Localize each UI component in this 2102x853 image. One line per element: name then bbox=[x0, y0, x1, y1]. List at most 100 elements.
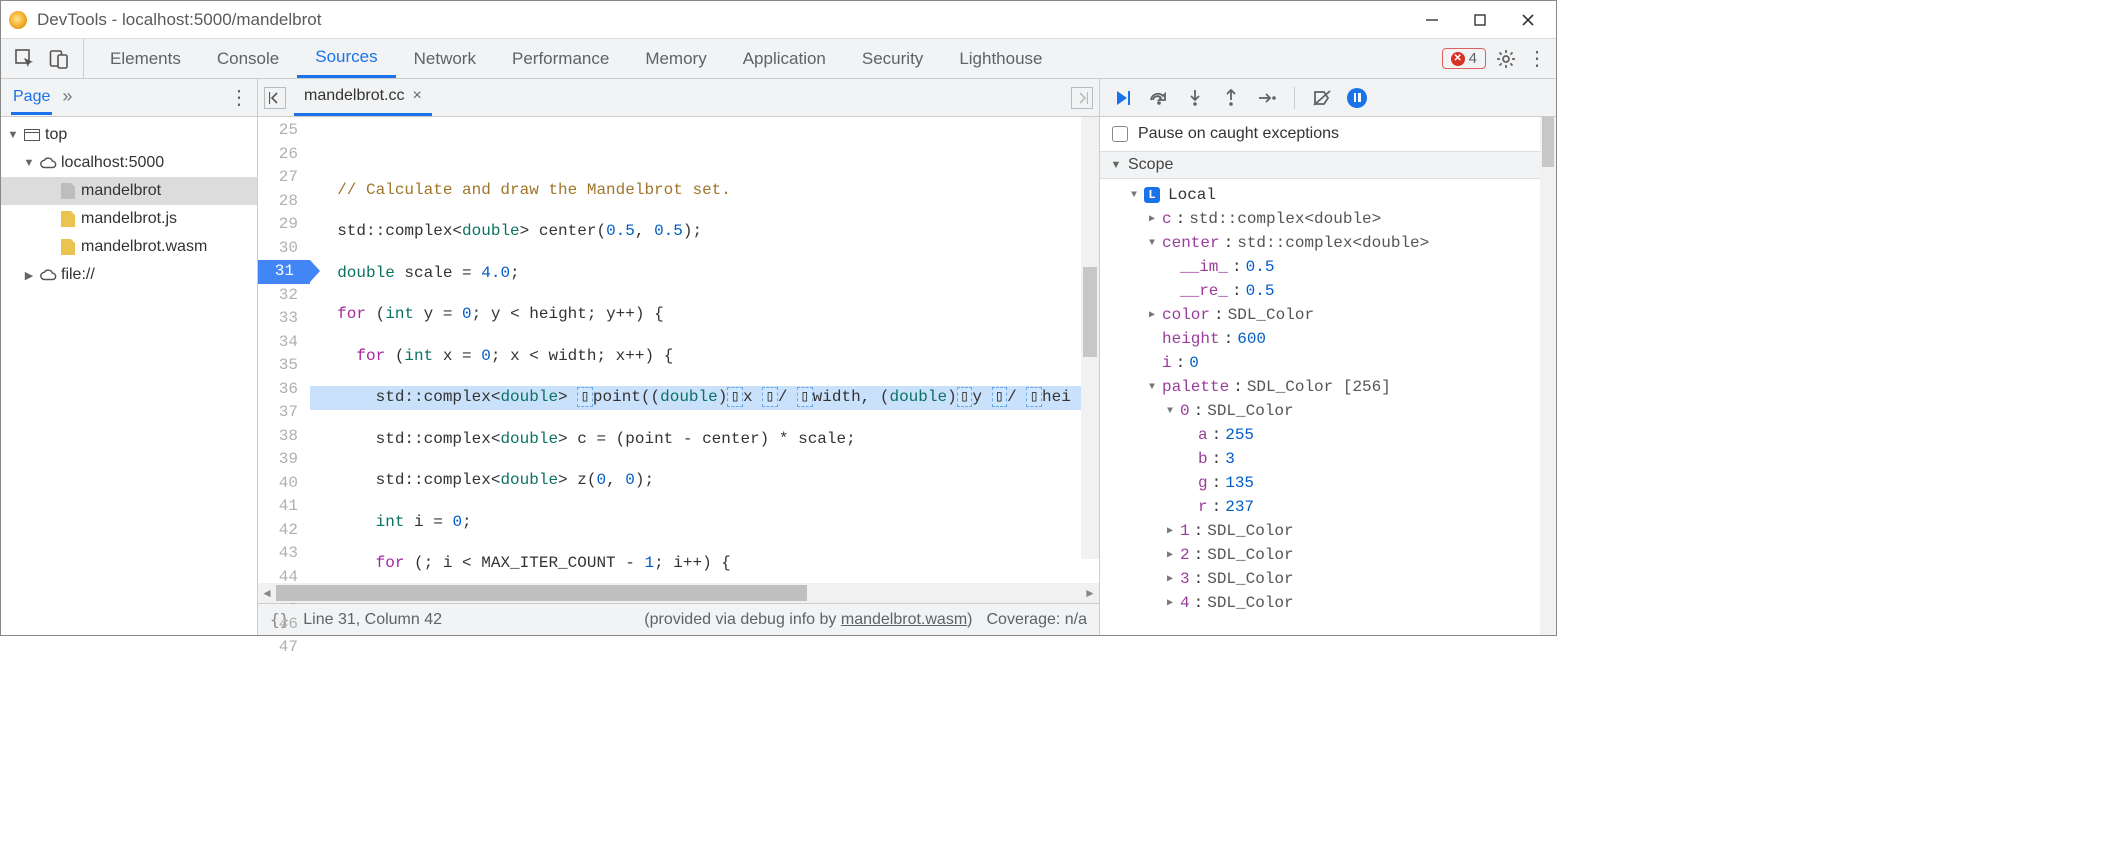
tree-file-label: file:// bbox=[61, 266, 95, 284]
scope-var-palette-1[interactable]: 1: SDL_Color bbox=[1100, 519, 1556, 543]
navigator-panel: Page » ⋮ top localhost:5000 man bbox=[1, 79, 258, 635]
tree-top[interactable]: top bbox=[1, 121, 257, 149]
main-area: Page » ⋮ top localhost:5000 man bbox=[1, 79, 1556, 635]
scope-var-palette-2[interactable]: 2: SDL_Color bbox=[1100, 543, 1556, 567]
window-minimize-button[interactable] bbox=[1408, 2, 1456, 38]
code-editor[interactable]: 252627282930 31 323334353637383940414243… bbox=[258, 117, 1099, 583]
tree-file-scheme[interactable]: file:// bbox=[1, 261, 257, 289]
tree-file-label: mandelbrot.wasm bbox=[81, 238, 207, 256]
scope-var-height[interactable]: height: 600 bbox=[1100, 327, 1556, 351]
error-counter[interactable]: ✕ 4 bbox=[1442, 48, 1486, 69]
navigator-header: Page » ⋮ bbox=[1, 79, 257, 117]
file-icon bbox=[59, 182, 77, 200]
checkbox-icon[interactable] bbox=[1112, 126, 1128, 142]
tab-elements[interactable]: Elements bbox=[92, 39, 199, 78]
open-file-name: mandelbrot.cc bbox=[304, 87, 405, 105]
tree-file-label: mandelbrot bbox=[81, 182, 161, 200]
window-close-button[interactable] bbox=[1504, 2, 1552, 38]
panel-tabs: Elements Console Sources Network Perform… bbox=[84, 39, 1432, 78]
pause-caught-label: Pause on caught exceptions bbox=[1138, 125, 1339, 143]
cursor-position: Line 31, Column 42 bbox=[303, 611, 442, 629]
vertical-scrollbar[interactable] bbox=[1081, 117, 1099, 559]
deactivate-breakpoints-button[interactable] bbox=[1311, 87, 1333, 109]
scope-var-center-re[interactable]: __re_: 0.5 bbox=[1100, 279, 1556, 303]
tab-lighthouse[interactable]: Lighthouse bbox=[941, 39, 1060, 78]
tab-network[interactable]: Network bbox=[396, 39, 494, 78]
tab-memory[interactable]: Memory bbox=[627, 39, 724, 78]
step-button[interactable] bbox=[1256, 87, 1278, 109]
cloud-icon bbox=[39, 154, 57, 172]
device-toolbar-icon[interactable] bbox=[49, 49, 69, 69]
step-into-button[interactable] bbox=[1184, 87, 1206, 109]
tree-file-mandelbrot[interactable]: mandelbrot bbox=[1, 177, 257, 205]
debugger-toolbar bbox=[1100, 79, 1556, 117]
scope-var-p0-b[interactable]: b: 3 bbox=[1100, 447, 1556, 471]
tree-top-label: top bbox=[45, 126, 67, 144]
file-icon bbox=[59, 210, 77, 228]
coverage-status: Coverage: n/a bbox=[986, 611, 1087, 629]
scope-var-center-im[interactable]: __im_: 0.5 bbox=[1100, 255, 1556, 279]
file-tree: top localhost:5000 mandelbrot mandelbrot… bbox=[1, 117, 257, 635]
tree-file-mandelbrot-wasm[interactable]: mandelbrot.wasm bbox=[1, 233, 257, 261]
status-bar: {} Line 31, Column 42 (provided via debu… bbox=[258, 603, 1099, 635]
settings-gear-icon[interactable] bbox=[1496, 49, 1516, 69]
navigator-menu-icon[interactable]: ⋮ bbox=[229, 85, 247, 110]
window-icon bbox=[23, 126, 41, 144]
close-file-icon[interactable]: × bbox=[413, 87, 422, 105]
debugger-panel: Pause on caught exceptions Scope LLocal … bbox=[1099, 79, 1556, 635]
window-title: DevTools - localhost:5000/mandelbrot bbox=[37, 10, 321, 30]
scope-var-palette[interactable]: palette: SDL_Color [256] bbox=[1100, 375, 1556, 399]
step-over-button[interactable] bbox=[1148, 87, 1170, 109]
tab-application[interactable]: Application bbox=[725, 39, 844, 78]
more-menu-icon[interactable]: ⋮ bbox=[1526, 49, 1546, 69]
scope-var-c[interactable]: c: std::complex<double> bbox=[1100, 207, 1556, 231]
titlebar: DevTools - localhost:5000/mandelbrot bbox=[1, 1, 1556, 39]
debug-info-file-link[interactable]: mandelbrot.wasm bbox=[841, 611, 967, 628]
scope-var-palette-4[interactable]: 4: SDL_Color bbox=[1100, 591, 1556, 615]
source-header: mandelbrot.cc × bbox=[258, 79, 1099, 117]
error-count: 4 bbox=[1469, 50, 1477, 67]
pause-caught-row[interactable]: Pause on caught exceptions bbox=[1100, 117, 1556, 151]
resume-button[interactable] bbox=[1112, 87, 1134, 109]
scope-var-p0-a[interactable]: a: 255 bbox=[1100, 423, 1556, 447]
scope-var-p0-g[interactable]: g: 135 bbox=[1100, 471, 1556, 495]
scope-var-center[interactable]: center: std::complex<double> bbox=[1100, 231, 1556, 255]
horizontal-scrollbar[interactable]: ◄► bbox=[258, 583, 1099, 603]
scope-var-i[interactable]: i: 0 bbox=[1100, 351, 1556, 375]
nav-forward-button[interactable] bbox=[1071, 87, 1093, 109]
code-body[interactable]: // Calculate and draw the Mandelbrot set… bbox=[310, 117, 1099, 583]
inspect-element-icon[interactable] bbox=[15, 49, 35, 69]
pause-on-exceptions-button[interactable] bbox=[1347, 88, 1367, 108]
scope-var-p0-r[interactable]: r: 237 bbox=[1100, 495, 1556, 519]
breakpoint-marker[interactable]: 31 bbox=[258, 260, 310, 284]
nav-back-button[interactable] bbox=[264, 87, 286, 109]
scope-section-header[interactable]: Scope bbox=[1100, 151, 1556, 179]
scope-local[interactable]: LLocal bbox=[1100, 183, 1556, 207]
main-toolbar: Elements Console Sources Network Perform… bbox=[1, 39, 1556, 79]
tab-console[interactable]: Console bbox=[199, 39, 297, 78]
navigator-more-tabs-icon[interactable]: » bbox=[52, 86, 82, 107]
source-panel: mandelbrot.cc × 252627282930 31 32333435… bbox=[258, 79, 1099, 635]
tree-host-label: localhost:5000 bbox=[61, 154, 164, 172]
scope-var-palette-3[interactable]: 3: SDL_Color bbox=[1100, 567, 1556, 591]
scope-label: Scope bbox=[1128, 156, 1173, 174]
error-icon: ✕ bbox=[1451, 52, 1465, 66]
debugger-scrollbar[interactable] bbox=[1540, 117, 1556, 635]
tab-security[interactable]: Security bbox=[844, 39, 941, 78]
navigator-tab-page[interactable]: Page bbox=[11, 88, 52, 115]
debugger-body: Pause on caught exceptions Scope LLocal … bbox=[1100, 117, 1556, 635]
scope-var-palette-0[interactable]: 0: SDL_Color bbox=[1100, 399, 1556, 423]
open-file-tab[interactable]: mandelbrot.cc × bbox=[294, 79, 432, 116]
line-gutter[interactable]: 252627282930 31 323334353637383940414243… bbox=[258, 117, 310, 583]
scope-var-color[interactable]: color: SDL_Color bbox=[1100, 303, 1556, 327]
tree-host[interactable]: localhost:5000 bbox=[1, 149, 257, 177]
devtools-window: DevTools - localhost:5000/mandelbrot Ele… bbox=[0, 0, 1557, 636]
tree-file-mandelbrot-js[interactable]: mandelbrot.js bbox=[1, 205, 257, 233]
scope-tree: LLocal c: std::complex<double> center: s… bbox=[1100, 179, 1556, 619]
file-icon bbox=[59, 238, 77, 256]
tab-sources[interactable]: Sources bbox=[297, 39, 395, 78]
tab-performance[interactable]: Performance bbox=[494, 39, 627, 78]
cloud-icon bbox=[39, 266, 57, 284]
window-maximize-button[interactable] bbox=[1456, 2, 1504, 38]
step-out-button[interactable] bbox=[1220, 87, 1242, 109]
